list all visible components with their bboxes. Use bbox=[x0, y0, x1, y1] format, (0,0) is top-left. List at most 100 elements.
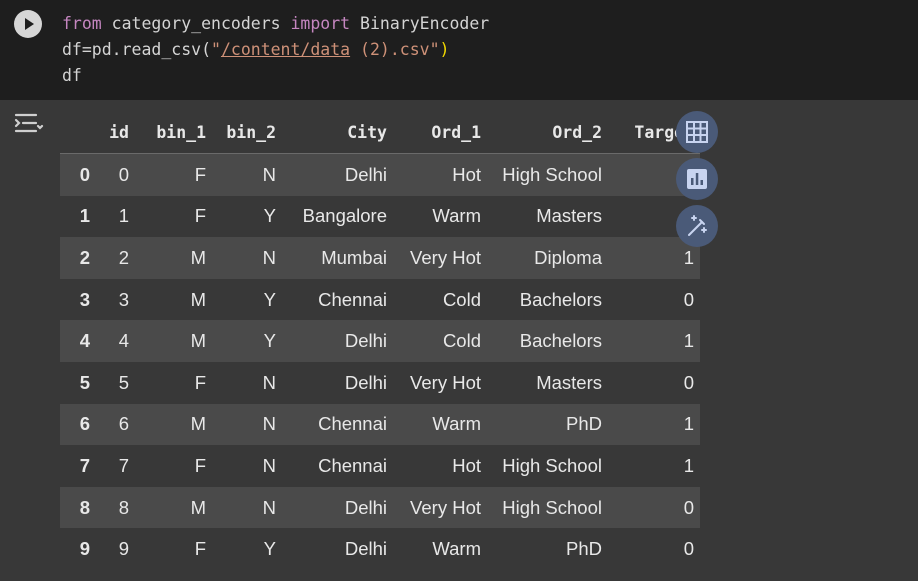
cell-city: Delhi bbox=[344, 538, 387, 560]
cell-city: Bangalore bbox=[302, 205, 387, 227]
cell-id: 7 bbox=[118, 454, 129, 476]
cell-ord-2: Bachelors bbox=[519, 288, 602, 310]
cell-target: 0 bbox=[683, 371, 694, 393]
cell-bin-2: Y bbox=[263, 288, 276, 310]
cell-ord-1: Very Hot bbox=[410, 371, 481, 393]
cell-city: Chennai bbox=[318, 413, 387, 435]
cell-bin-2: N bbox=[262, 246, 276, 268]
cell-ord-2: Bachelors bbox=[519, 330, 602, 352]
table-row: 3 3 M Y Chennai Cold Bachelors 0 bbox=[60, 278, 700, 321]
cell-city: Delhi bbox=[344, 371, 387, 393]
cell-ord-1: Hot bbox=[452, 454, 481, 476]
cell-id: 1 bbox=[118, 205, 129, 227]
cell-ord-1: Cold bbox=[442, 330, 481, 352]
cell-ord-1: Very Hot bbox=[410, 496, 481, 518]
table-row: 4 4 M Y Delhi Cold Bachelors 1 bbox=[60, 320, 700, 362]
cell-bin-1: F bbox=[194, 205, 206, 227]
suggest-chart-button[interactable] bbox=[676, 158, 718, 200]
chart-suggest-icon bbox=[687, 169, 707, 189]
cell-index: 2 bbox=[79, 246, 90, 268]
cell-bin-1: M bbox=[190, 496, 206, 518]
code-quote: " bbox=[211, 40, 221, 59]
cell-ord-1: Hot bbox=[452, 163, 481, 185]
cell-target: 0 bbox=[683, 538, 694, 560]
cell-target: 1 bbox=[683, 330, 694, 352]
dataframe-table: id bin_1 bin_2 City Ord_1 Ord_2 Target 0… bbox=[60, 112, 700, 570]
cell-ord-2: High School bbox=[502, 454, 602, 476]
code-var: df bbox=[62, 66, 82, 85]
table-view-button[interactable] bbox=[676, 111, 718, 153]
code-module: category_encoders bbox=[101, 14, 291, 33]
cell-city: Chennai bbox=[318, 288, 387, 310]
code-cell[interactable]: from category_encoders import BinaryEnco… bbox=[0, 0, 918, 100]
table-row: 11FYBangaloreWarmMasters1 bbox=[60, 195, 700, 238]
table-view-icon bbox=[686, 121, 708, 143]
cell-index: 8 bbox=[79, 496, 90, 518]
cell-ord-2: Masters bbox=[536, 205, 602, 227]
cell-id: 8 bbox=[118, 496, 129, 518]
cell-bin-2: N bbox=[262, 454, 276, 476]
cell-bin-1: M bbox=[190, 246, 206, 268]
header-index bbox=[60, 112, 95, 154]
cell-index: 4 bbox=[79, 330, 90, 352]
cell-city: Delhi bbox=[344, 496, 387, 518]
output-actions bbox=[676, 111, 718, 252]
cell-index: 5 bbox=[79, 371, 90, 393]
code-editor[interactable]: from category_encoders import BinaryEnco… bbox=[62, 11, 489, 89]
cell-index: 3 bbox=[79, 288, 90, 310]
code-path-link[interactable]: /content/data bbox=[221, 40, 350, 59]
cell-target: 0 bbox=[683, 496, 694, 518]
cell-ord-2: Masters bbox=[536, 371, 602, 393]
cell-bin-1: M bbox=[190, 330, 206, 352]
run-cell-button[interactable] bbox=[14, 10, 42, 38]
cell-bin-2: Y bbox=[263, 330, 276, 352]
table-row: 6 6 M N Chennai Warm PhD 1 bbox=[60, 403, 700, 446]
cell-bin-2: Y bbox=[263, 538, 276, 560]
magic-wand-icon bbox=[688, 215, 707, 236]
cell-id: 6 bbox=[118, 413, 129, 435]
cell-id: 3 bbox=[118, 288, 129, 310]
cell-bin-1: F bbox=[194, 538, 206, 560]
table-header-row: id bin_1 bin_2 City Ord_1 Ord_2 Target bbox=[60, 112, 700, 154]
cell-id: 5 bbox=[118, 371, 129, 393]
header-bin-2: bin_2 bbox=[212, 112, 282, 154]
cell-bin-1: M bbox=[190, 413, 206, 435]
cell-id: 2 bbox=[118, 246, 129, 268]
cell-city: Chennai bbox=[318, 454, 387, 476]
cell-target: 1 bbox=[683, 413, 694, 435]
table-row: 5 5 F N Delhi Very Hot Masters 0 bbox=[60, 361, 700, 404]
header-city: City bbox=[282, 112, 393, 154]
cell-city: Delhi bbox=[344, 163, 387, 185]
cell-index: 0 bbox=[79, 163, 90, 185]
header-id: id bbox=[95, 112, 135, 154]
cell-bin-2: N bbox=[262, 496, 276, 518]
cell-ord-1: Very Hot bbox=[410, 246, 481, 268]
cell-ord-2: High School bbox=[502, 163, 602, 185]
code-string-rest: (2).csv" bbox=[350, 40, 440, 59]
cell-target: 0 bbox=[683, 288, 694, 310]
code-call: df=pd.read_csv( bbox=[62, 40, 212, 59]
cell-bin-2: N bbox=[262, 413, 276, 435]
header-bin-1: bin_1 bbox=[135, 112, 212, 154]
cell-ord-1: Warm bbox=[432, 413, 481, 435]
cell-bin-1: M bbox=[190, 288, 206, 310]
cell-city: Delhi bbox=[344, 330, 387, 352]
code-keyword: import bbox=[290, 14, 351, 33]
table-row: 00FNDelhiHotHigh School0 bbox=[60, 153, 700, 196]
table-row: 9 9 F Y Delhi Warm PhD 0 bbox=[60, 528, 700, 570]
cell-ord-2: High School bbox=[502, 496, 602, 518]
cell-index: 1 bbox=[79, 205, 90, 227]
cell-index: 6 bbox=[79, 413, 90, 435]
output-options-icon[interactable] bbox=[14, 112, 44, 136]
header-ord-1: Ord_1 bbox=[393, 112, 487, 154]
table-row: 2 2 M N Mumbai Very Hot Diploma 1 bbox=[60, 237, 700, 279]
generate-code-button[interactable] bbox=[676, 205, 718, 247]
cell-id: 9 bbox=[118, 538, 129, 560]
cell-id: 0 bbox=[118, 163, 129, 185]
cell-target: 1 bbox=[683, 454, 694, 476]
cell-bin-1: F bbox=[194, 454, 206, 476]
cell-ord-2: PhD bbox=[566, 538, 602, 560]
cell-city: Mumbai bbox=[321, 246, 387, 268]
cell-index: 7 bbox=[79, 454, 90, 476]
cell-id: 4 bbox=[118, 330, 129, 352]
